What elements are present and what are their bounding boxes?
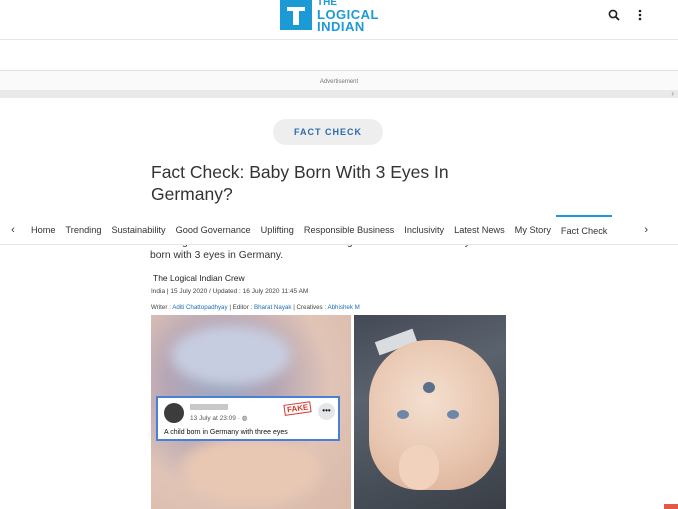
corner-widget[interactable] [664,504,678,509]
ad-banner[interactable]: Advertisement › [0,70,678,98]
editor-link[interactable]: Bharat Nayak [254,304,292,311]
post-text: A child born in Germany with three eyes [164,429,288,436]
nav-item-sustainability[interactable]: Sustainability [106,215,170,245]
nav-item-trending[interactable]: Trending [61,215,107,245]
writer-label: Writer : [151,304,173,311]
category-nav: ‹ Home Trending Sustainability Good Governa… [0,214,678,245]
nav-item-latest-news[interactable]: Latest News [449,215,510,245]
post-time: 13 July at 23:09 · ◍ [190,415,248,422]
baby-face [369,340,499,490]
writer-link[interactable]: Aditi Chattopadhyay [172,304,227,311]
nav-item-my-story[interactable]: My Story [510,215,556,245]
kebab-menu-icon[interactable] [630,6,650,24]
nav-item-responsible-business[interactable]: Responsible Business [299,215,399,245]
avatar [164,403,184,423]
article-meta: India | 15 July 2020 / Updated : 16 July… [151,288,309,295]
more-options-icon: ••• [318,403,335,420]
nav-items: Home Trending Sustainability Good Governanc… [26,214,613,245]
nav-item-fact-check[interactable]: Fact Check [555,214,613,245]
article-title: Fact Check: Baby Born With 3 Eyes In Ger… [151,162,449,204]
logo-line-3: INDIAN [317,19,365,34]
baby-photo [354,315,506,509]
creatives-label: | Creatives : [291,304,328,311]
creatives-link[interactable]: Abhishek M [327,304,359,311]
ad-bar [0,90,678,98]
nav-item-uplifting[interactable]: Uplifting [256,215,299,245]
social-post-card: 13 July at 23:09 · ◍ FAKE ••• A child bo… [156,396,340,441]
search-icon[interactable] [604,6,624,24]
logo-mark-icon [280,0,312,30]
nav-prev-icon[interactable]: ‹ [0,224,26,236]
nav-item-home[interactable]: Home [26,215,61,245]
nav-item-good-governance[interactable]: Good Governance [171,215,256,245]
nav-next-icon[interactable]: › [644,224,648,236]
blurred-name [190,404,228,410]
site-logo[interactable]: THE LOGICAL INDIAN [280,0,379,34]
ad-label: Advertisement [319,79,359,85]
nav-item-inclusivity[interactable]: Inclusivity [399,215,449,245]
article-credits: Writer : Aditi Chattopadhyay | Editor : … [151,304,360,311]
author-name[interactable]: The Logical Indian Crew [153,273,245,283]
ad-arrow-icon[interactable]: › [671,89,674,98]
site-header: THE LOGICAL INDIAN [0,0,678,40]
fake-stamp: FAKE [283,401,312,416]
editor-label: | Editor : [227,304,254,311]
category-pill[interactable]: FACT CHECK [273,119,383,145]
